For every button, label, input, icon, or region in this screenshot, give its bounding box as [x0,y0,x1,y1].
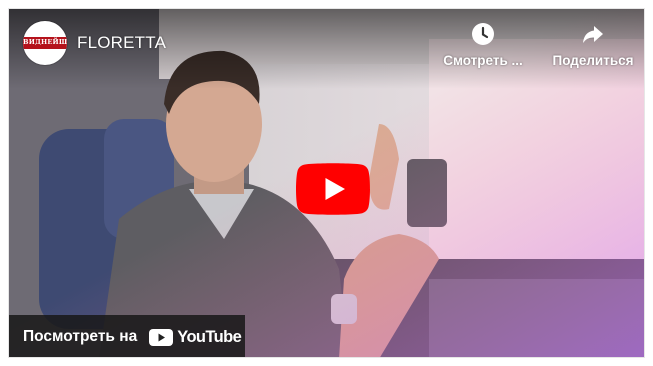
video-title[interactable]: FLORETTA [77,33,166,53]
share-button[interactable]: Поделиться [545,21,641,68]
share-arrow-icon [583,26,603,43]
youtube-embed-player[interactable]: ВИДНЕЙШУМ FLORETTA Смотреть ... Поделить… [8,8,645,358]
share-label: Поделиться [552,53,634,68]
youtube-logo: YouTube [149,327,242,347]
watch-on-label: Посмотреть на [23,328,138,345]
play-icon [296,163,370,215]
clock-icon [472,23,494,45]
youtube-brand-text: YouTube [177,327,242,346]
channel-avatar-text: ВИДНЕЙШУМ [23,38,67,46]
watch-later-button[interactable]: Смотреть ... [435,21,531,68]
youtube-logo-icon [149,328,174,346]
watch-on-youtube-button[interactable]: Посмотреть на YouTube [9,315,245,357]
watch-later-label: Смотреть ... [443,53,523,68]
play-button[interactable] [296,163,370,215]
channel-avatar[interactable]: ВИДНЕЙШУМ [23,21,67,65]
